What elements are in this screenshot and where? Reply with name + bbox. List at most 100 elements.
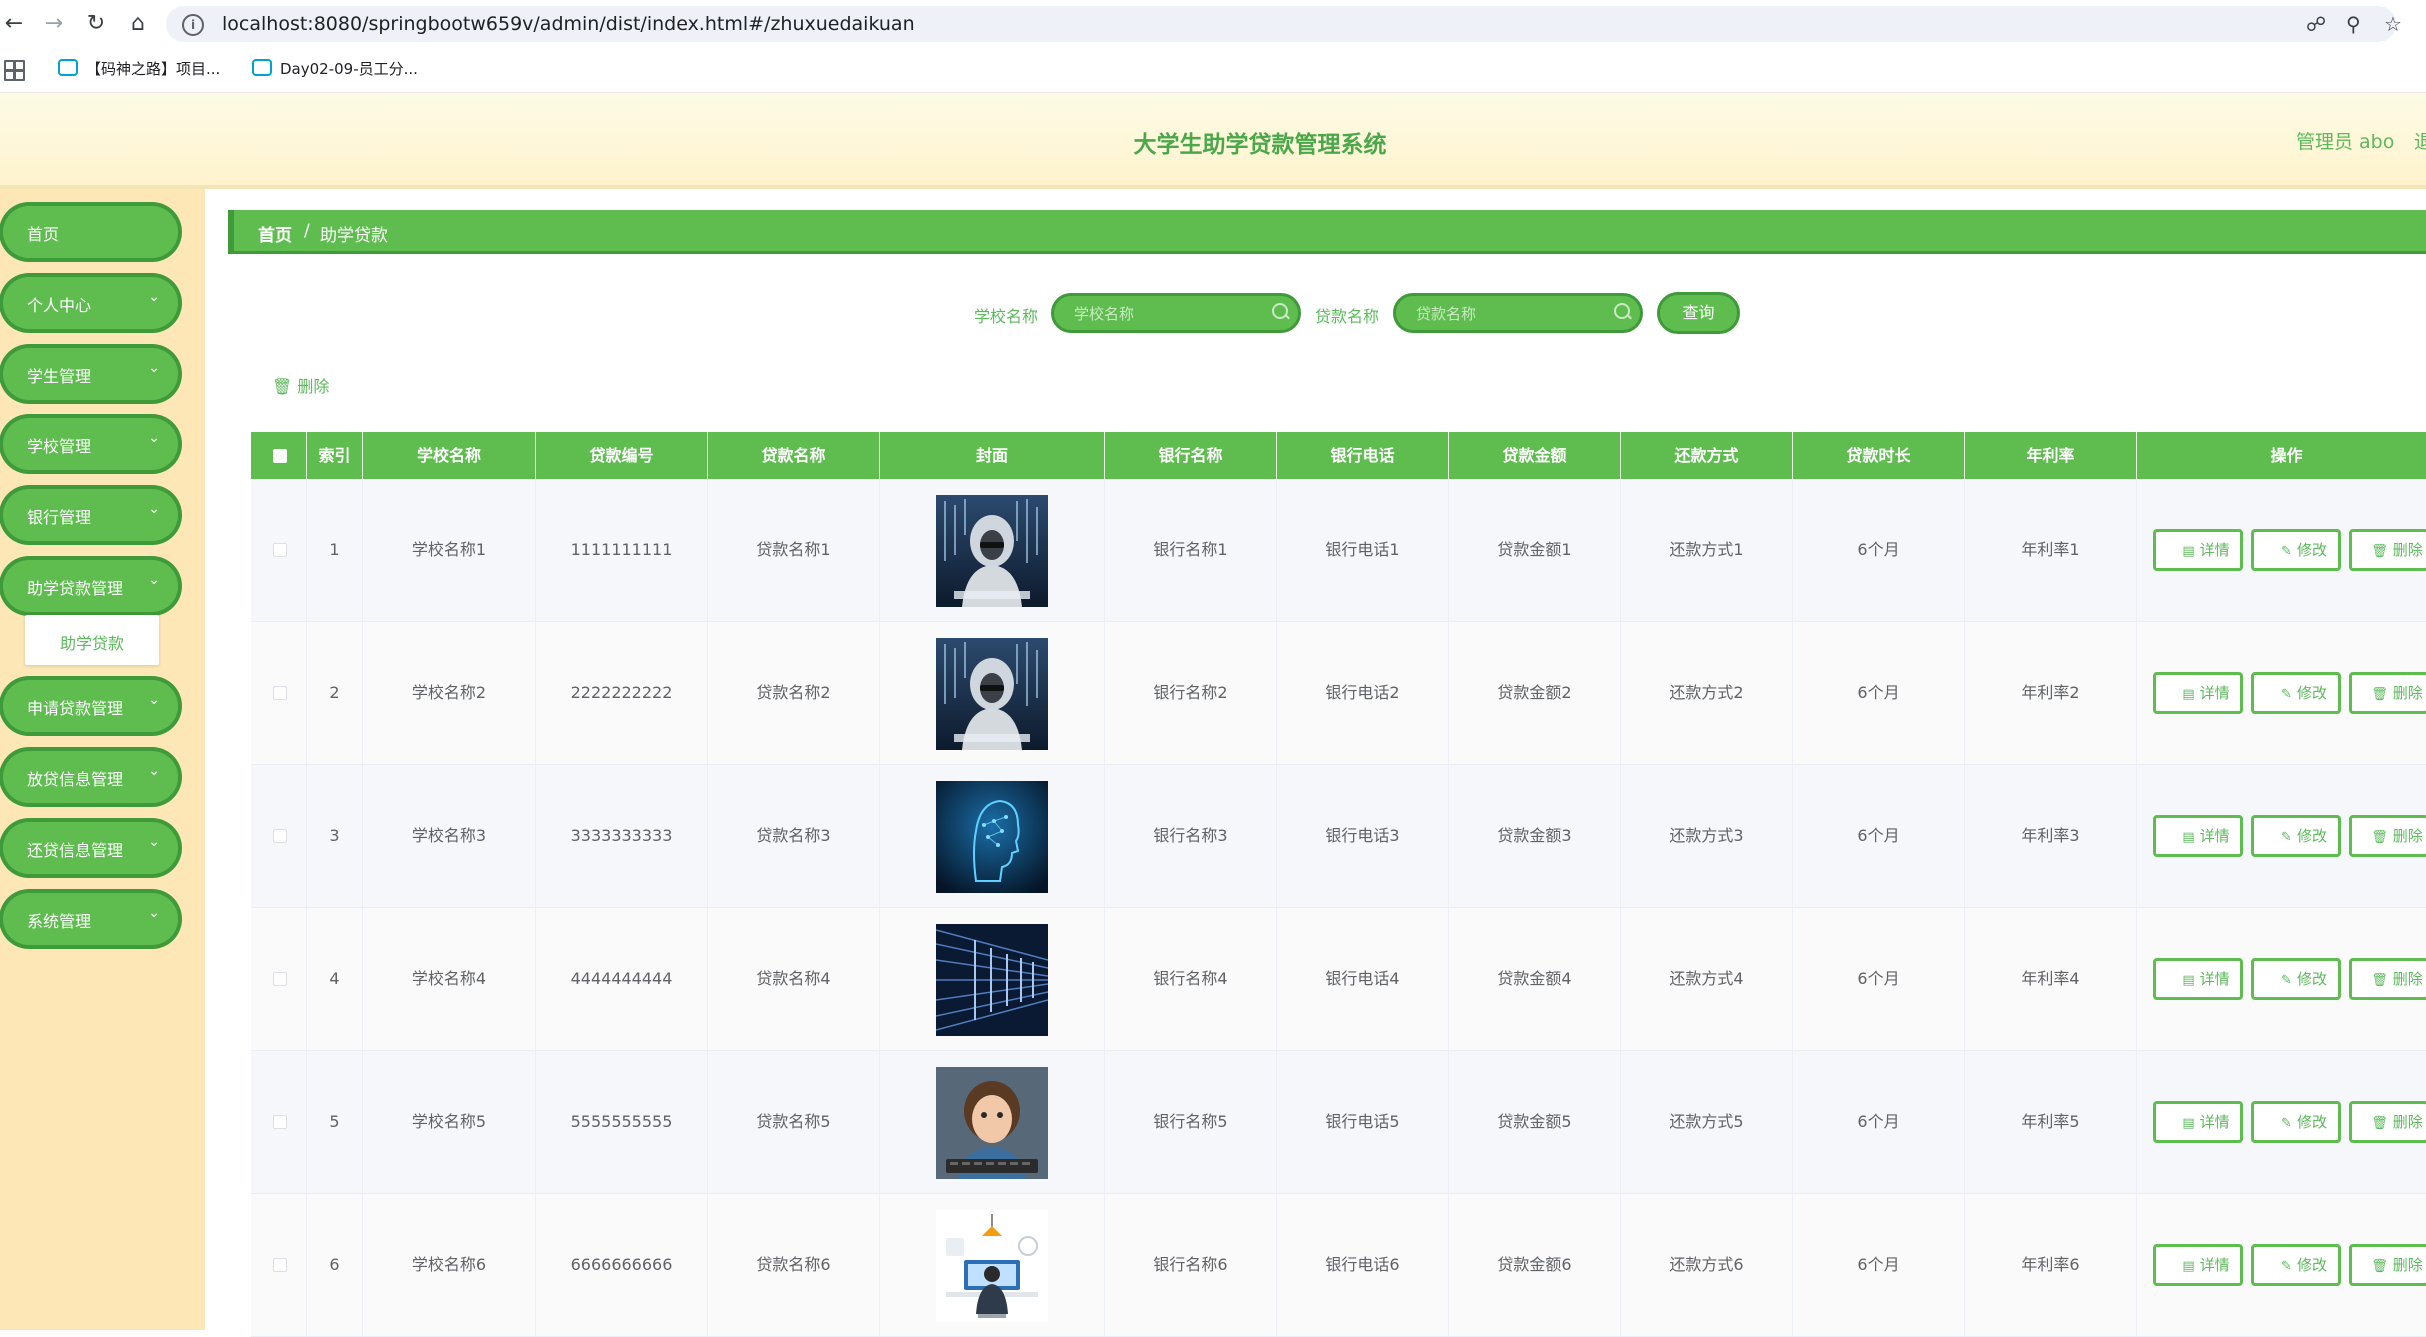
apps-grid-icon[interactable] [4,60,25,81]
cell-school: 学校名称4 [363,908,536,1050]
edit-button[interactable]: ✎ 修改 [2251,529,2341,571]
cover-image[interactable] [936,781,1048,893]
document-icon: ▤ [2182,973,2195,988]
sidebar-item-label: 学生管理 [27,367,92,386]
detail-button[interactable]: ▤ 详情 [2153,672,2243,714]
row-checkbox[interactable] [273,972,287,986]
breadcrumb-home[interactable]: 首页 [258,221,292,246]
delete-button[interactable]: 🗑 删除 [2349,672,2426,714]
site-info-icon[interactable]: i [182,14,204,36]
cell-loan-name: 贷款名称2 [708,622,880,764]
school-name-label: 学校名称 [974,307,1039,326]
loan-name-search[interactable] [1393,293,1643,333]
batch-delete-button[interactable]: 🗑 删除 [272,373,329,397]
sidebar-item-students[interactable]: 学生管理 ⌄ [3,348,178,400]
cell-loan-name: 贷款名称6 [708,1194,880,1336]
cell-repay: 还款方式6 [1621,1194,1793,1336]
detail-button-label: 详情 [2199,1256,2230,1274]
detail-button[interactable]: ▤ 详情 [2153,1101,2243,1143]
chevron-down-icon: ⌄ [148,430,160,446]
row-checkbox[interactable] [273,686,287,700]
cover-image[interactable] [936,1067,1048,1179]
bookmark-star-icon[interactable]: ☆ [2384,12,2402,36]
delete-button[interactable]: 🗑 删除 [2349,529,2426,571]
edit-button-label: 修改 [2296,827,2327,845]
sidebar-item-student-loans[interactable]: 助学贷款管理 ⌄ [3,560,178,612]
cover-image[interactable] [936,1210,1048,1322]
edit-button[interactable]: ✎ 修改 [2251,958,2341,1000]
column-header: 封面 [880,432,1105,479]
bookmarks-bar: 【码神之路】项目... Day02-09-员工分... [0,48,2426,93]
row-checkbox[interactable] [273,1258,287,1272]
row-select-cell [251,1051,307,1193]
row-checkbox[interactable] [273,543,287,557]
edit-button-label: 修改 [2296,970,2327,988]
sidebar-item-repayment[interactable]: 还贷信息管理 ⌄ [3,822,178,874]
trash-icon: 🗑 [2371,687,2388,702]
sidebar-item-disbursement[interactable]: 放贷信息管理 ⌄ [3,751,178,803]
zoom-icon[interactable]: ⚲ [2346,12,2361,36]
delete-button[interactable]: 🗑 删除 [2349,1244,2426,1286]
sidebar-item-label: 学校管理 [27,437,92,456]
column-header: 贷款时长 [1793,432,1965,479]
cell-bank: 银行名称3 [1105,765,1277,907]
table-row: 4 学校名称4 4444444444 贷款名称4 银行名称4 银行电话4 贷款金额4 还款方式… [251,908,2426,1051]
select-all-checkbox[interactable] [273,449,287,463]
cell-school: 学校名称2 [363,622,536,764]
logout-link[interactable]: 退出 [2414,127,2426,154]
cover-image[interactable] [936,495,1048,607]
home-icon[interactable]: ⌂ [124,10,152,38]
cell-bank: 银行名称6 [1105,1194,1277,1336]
table-row: 3 学校名称3 3333333333 贷款名称3 银行名称3 银行电话3 贷款金额3 还款方式… [251,765,2426,908]
detail-button[interactable]: ▤ 详情 [2153,529,2243,571]
url-field[interactable]: i localhost:8080/springbootw659v/admin/d… [166,6,2402,42]
cover-image[interactable] [936,924,1048,1036]
loan-name-input[interactable] [1414,304,1608,324]
sidebar-item-schools[interactable]: 学校管理 ⌄ [3,418,178,470]
row-checkbox[interactable] [273,829,287,843]
breadcrumb-current: 助学贷款 [320,226,388,246]
school-name-input[interactable] [1072,304,1266,324]
chevron-down-icon: ⌄ [148,763,160,779]
pencil-icon: ✎ [2281,1116,2292,1131]
submenu-student-loan[interactable]: 助学贷款 [25,615,159,665]
delete-button[interactable]: 🗑 删除 [2349,958,2426,1000]
search-icon [1614,303,1630,319]
detail-button[interactable]: ▤ 详情 [2153,1244,2243,1286]
reload-icon[interactable]: ↻ [82,10,110,38]
cell-bank: 银行名称2 [1105,622,1277,764]
sidebar-item-label: 申请贷款管理 [27,699,124,718]
edit-button[interactable]: ✎ 修改 [2251,815,2341,857]
school-name-search[interactable] [1051,293,1301,333]
sidebar-item-system[interactable]: 系统管理 ⌄ [3,893,178,945]
cell-index: 1 [307,479,363,621]
delete-button[interactable]: 🗑 删除 [2349,815,2426,857]
row-select-cell [251,479,307,621]
delete-button[interactable]: 🗑 删除 [2349,1101,2426,1143]
cell-phone: 银行电话5 [1277,1051,1449,1193]
detail-button-label: 详情 [2199,827,2230,845]
password-key-icon[interactable]: ☍ [2306,12,2326,36]
pencil-icon: ✎ [2281,1259,2292,1274]
cell-index: 5 [307,1051,363,1193]
row-checkbox[interactable] [273,1115,287,1129]
edit-button[interactable]: ✎ 修改 [2251,1101,2341,1143]
sidebar-item-home[interactable]: 首页 [3,206,178,258]
edit-button[interactable]: ✎ 修改 [2251,672,2341,714]
bookmark-item-1[interactable]: 【码神之路】项目... [58,58,220,79]
sidebar-item-label: 系统管理 [27,912,92,931]
bookmark-item-2[interactable]: Day02-09-员工分... [252,58,418,79]
detail-button-label: 详情 [2199,1113,2230,1131]
detail-button[interactable]: ▤ 详情 [2153,815,2243,857]
cell-loan-no: 1111111111 [536,479,708,621]
detail-button[interactable]: ▤ 详情 [2153,958,2243,1000]
sidebar-item-loan-applications[interactable]: 申请贷款管理 ⌄ [3,680,178,732]
back-icon[interactable]: ← [0,10,28,38]
forward-icon[interactable]: → [40,10,68,38]
query-button[interactable]: 查询 [1657,292,1740,334]
cell-rate: 年利率5 [1965,1051,2137,1193]
sidebar-item-personal-center[interactable]: 个人中心 ⌄ [3,277,178,329]
cover-image[interactable] [936,638,1048,750]
sidebar-item-banks[interactable]: 银行管理 ⌄ [3,489,178,541]
edit-button[interactable]: ✎ 修改 [2251,1244,2341,1286]
